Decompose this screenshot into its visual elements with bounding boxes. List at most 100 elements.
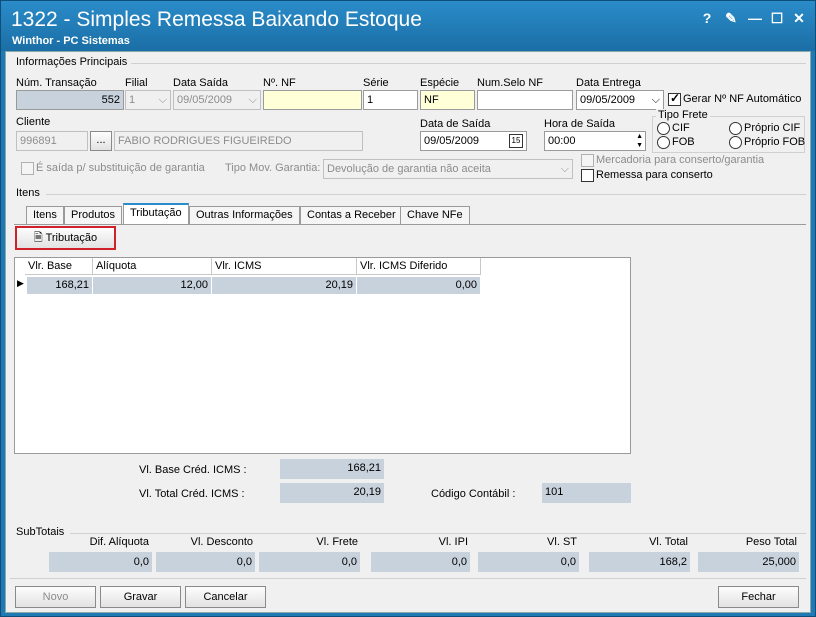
frete-proprio-fob-label: Próprio FOB xyxy=(744,136,806,148)
data-saida-field[interactable]: 09/05/2009 ⌵ xyxy=(173,90,261,110)
table-cell[interactable]: 168,21 xyxy=(27,277,93,294)
chevron-down-icon: ⌵ xyxy=(560,163,569,175)
cliente-search-button[interactable]: ... xyxy=(90,131,112,151)
dif-aliquota-label: Dif. Alíquota xyxy=(89,536,149,548)
data-de-saida-value: 09/05/2009 xyxy=(424,135,480,147)
document-icon: 🗎 xyxy=(33,232,43,244)
gerar-nf-checkbox[interactable] xyxy=(668,91,681,106)
codigo-contabil-label: Código Contábil : xyxy=(431,488,516,500)
cliente-nome-field[interactable]: FABIO RODRIGUES FIGUEIREDO xyxy=(114,131,363,151)
substituicao-label: É saída p/ substituição de garantia xyxy=(36,162,205,174)
frete-fob-label: FOB xyxy=(672,136,695,148)
edit-icon[interactable]: ✎ xyxy=(722,9,740,27)
remessa-conserto-checkbox[interactable] xyxy=(581,169,594,182)
fechar-button[interactable]: Fechar xyxy=(718,586,799,608)
data-de-saida-field[interactable]: 09/05/2009 15 xyxy=(420,131,527,151)
calendar-icon[interactable]: 15 xyxy=(509,134,523,148)
tributacao-grid[interactable]: Vlr. Base Alíquota Vlr. ICMS Vlr. ICMS D… xyxy=(14,257,631,454)
app-window: 1322 - Simples Remessa Baixando Estoque … xyxy=(0,0,816,617)
substituicao-checkbox[interactable] xyxy=(21,162,34,175)
novo-button[interactable]: Novo xyxy=(15,586,96,608)
frete-cif-radio[interactable] xyxy=(657,122,670,135)
data-entrega-value: 09/05/2009 xyxy=(580,94,636,106)
title-bar[interactable]: 1322 - Simples Remessa Baixando Estoque … xyxy=(1,1,815,51)
data-saida-value: 09/05/2009 xyxy=(177,94,233,106)
group-label-itens: Itens xyxy=(16,187,40,199)
frete-proprio-fob-radio[interactable] xyxy=(729,136,742,149)
num-transacao-field[interactable]: 552 xyxy=(16,90,124,110)
grid-header[interactable]: Vlr. Base xyxy=(25,258,93,275)
vl-total-label: Vl. Total xyxy=(649,536,688,548)
data-entrega-field[interactable]: 09/05/2009 ⌵ xyxy=(576,90,664,110)
tab-contas-a-receber[interactable]: Contas a Receber xyxy=(300,206,403,224)
num-selo-label: Num.Selo NF xyxy=(477,77,544,89)
vl-ipi-value: 0,0 xyxy=(371,552,470,572)
filial-value: 1 xyxy=(129,94,136,106)
mercadoria-conserto-checkbox[interactable] xyxy=(581,154,594,167)
vl-st-label: Vl. ST xyxy=(547,536,577,548)
grid-header[interactable]: Vlr. ICMS Diferido xyxy=(357,258,481,275)
grid-header[interactable]: Alíquota xyxy=(93,258,212,275)
table-cell[interactable]: 12,00 xyxy=(93,277,212,294)
vl-st-value: 0,0 xyxy=(478,552,579,572)
num-selo-field[interactable] xyxy=(477,90,573,110)
tributacao-button-label: Tributação xyxy=(45,232,98,244)
remessa-conserto-label: Remessa para conserto xyxy=(596,169,713,181)
vl-ipi-label: Vl. IPI xyxy=(438,536,468,548)
close-icon[interactable]: ✕ xyxy=(790,9,808,27)
filial-select[interactable]: 1 ⌵ xyxy=(125,90,171,110)
mercadoria-conserto-label: Mercadoria para conserto/garantia xyxy=(596,154,765,166)
tipo-mov-label: Tipo Mov. Garantia: xyxy=(225,162,321,174)
tab-outras-informacoes[interactable]: Outras Informações xyxy=(189,206,300,224)
vl-base-cred-field: 168,21 xyxy=(280,459,384,479)
hora-saida-label: Hora de Saída xyxy=(544,118,615,130)
serie-label: Série xyxy=(363,77,389,89)
peso-total-value: 25,000 xyxy=(698,552,799,572)
table-cell[interactable]: 20,19 xyxy=(212,277,357,294)
cancelar-button[interactable]: Cancelar xyxy=(185,586,266,608)
window-subtitle: Winthor - PC Sistemas xyxy=(12,35,130,47)
hora-saida-field[interactable]: 00:00 ▲ ▼ xyxy=(544,131,646,151)
data-saida-label: Data Saída xyxy=(173,77,229,89)
tributacao-button[interactable]: 🗎 Tributação xyxy=(15,226,116,250)
serie-field[interactable]: 1 xyxy=(363,90,418,110)
form-body: Informações Principais Núm. Transação 55… xyxy=(5,51,811,613)
tipo-mov-select[interactable]: Devolução de garantia não aceita ⌵ xyxy=(323,159,573,179)
chevron-down-icon: ⌵ xyxy=(248,94,257,106)
frete-proprio-cif-radio[interactable] xyxy=(729,122,742,135)
tab-itens[interactable]: Itens xyxy=(26,206,64,224)
frete-proprio-cif-label: Próprio CIF xyxy=(744,122,801,134)
gravar-button[interactable]: Gravar xyxy=(100,586,181,608)
data-entrega-label: Data Entrega xyxy=(576,77,641,89)
num-nf-field[interactable] xyxy=(263,90,362,110)
tab-chave-nfe[interactable]: Chave NFe xyxy=(400,206,470,224)
vl-total-cred-field: 20,19 xyxy=(280,483,384,503)
vl-total-value: 168,2 xyxy=(589,552,690,572)
num-nf-label: Nº. NF xyxy=(263,77,296,89)
vl-total-cred-label: Vl. Total Créd. ICMS : xyxy=(139,488,245,500)
filial-label: Filial xyxy=(125,77,148,89)
tipo-frete-label: Tipo Frete xyxy=(656,109,710,121)
codigo-contabil-field: 101 xyxy=(542,483,631,503)
cliente-label: Cliente xyxy=(16,116,51,128)
grid-header[interactable]: Vlr. ICMS xyxy=(212,258,357,275)
table-cell[interactable]: 0,00 xyxy=(357,277,481,294)
data-de-saida-label: Data de Saída xyxy=(420,118,491,130)
row-pointer-icon: ▶ xyxy=(17,278,24,288)
minimize-icon[interactable]: — xyxy=(746,9,764,27)
peso-total-label: Peso Total xyxy=(745,536,797,548)
cliente-codigo-field[interactable]: 996891 xyxy=(16,131,88,151)
spinner-icon[interactable]: ▲ ▼ xyxy=(636,132,643,150)
especie-field[interactable]: NF xyxy=(420,90,475,110)
tab-tributacao[interactable]: Tributação xyxy=(123,203,189,225)
help-icon[interactable]: ? xyxy=(698,9,716,27)
tab-produtos[interactable]: Produtos xyxy=(64,206,123,224)
vl-desconto-label: Vl. Desconto xyxy=(190,536,253,548)
maximize-icon[interactable]: ☐ xyxy=(768,9,786,27)
frete-cif-label: CIF xyxy=(672,122,690,134)
vl-frete-value: 0,0 xyxy=(259,552,360,572)
window-title: 1322 - Simples Remessa Baixando Estoque xyxy=(11,8,422,31)
frete-fob-radio[interactable] xyxy=(657,136,670,149)
group-label-principais: Informações Principais xyxy=(16,56,128,68)
vl-desconto-value: 0,0 xyxy=(156,552,255,572)
